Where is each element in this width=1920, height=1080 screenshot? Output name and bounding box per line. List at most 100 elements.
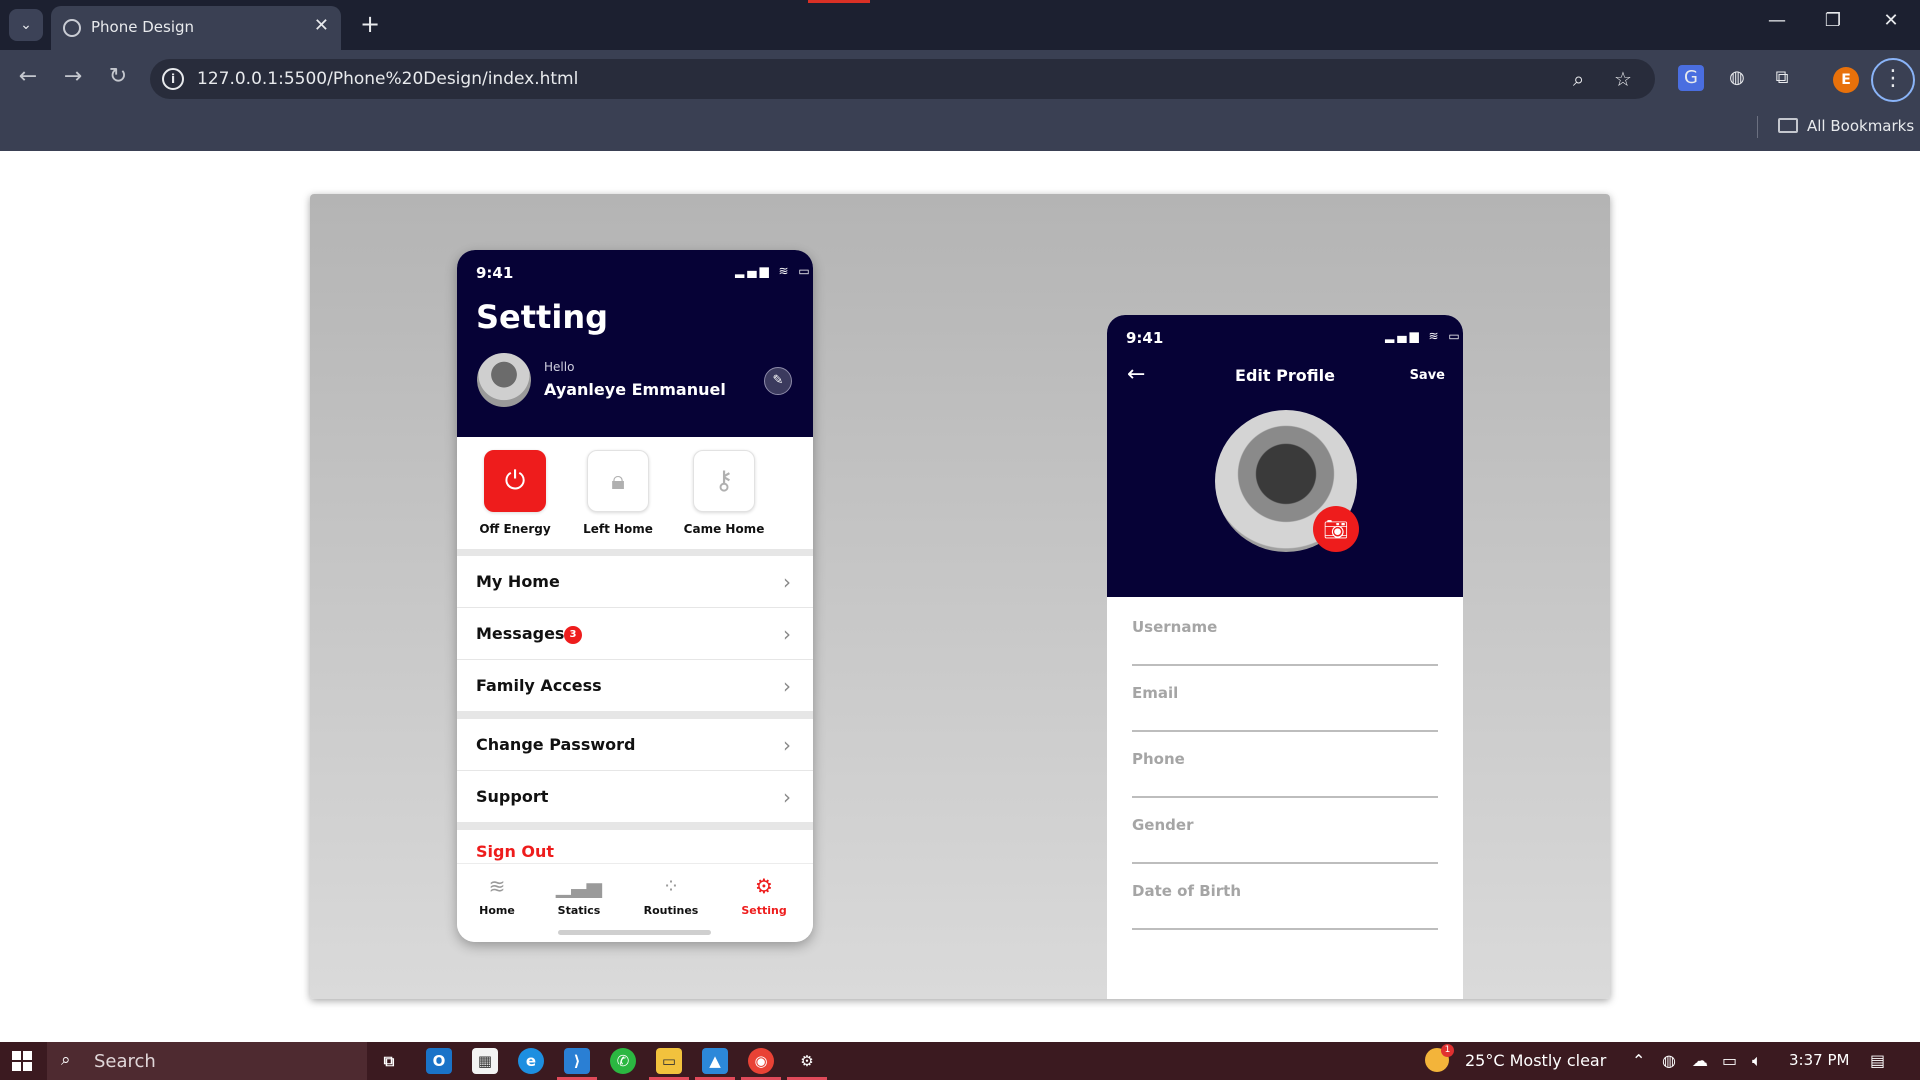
tab-strip: ⌄ Phone Design ✕ + — ❐ ✕ [0, 0, 1920, 50]
network-globe-icon[interactable]: ◍ [1662, 1051, 1676, 1070]
browser-menu-icon[interactable]: ⋮ [1871, 58, 1915, 102]
taskbar-search[interactable]: ⌕ Search [47, 1042, 367, 1080]
browser-chrome: ⌄ Phone Design ✕ + — ❐ ✕ ← → ↻ i 127.0.0… [0, 0, 1920, 151]
sign-out-button[interactable]: Sign Out [476, 842, 554, 861]
close-window-icon[interactable]: ✕ [1876, 10, 1906, 31]
translate-icon[interactable]: G [1678, 65, 1704, 91]
folder-icon[interactable] [1778, 118, 1798, 133]
windows-taskbar: ⌕ Search ⧉ O ▦ e ⟩ ✆ ▭ ▲ ◉ ⚙ 1 25°C Most… [0, 1042, 1920, 1080]
menu-label: Support [476, 787, 549, 806]
extensions-icon[interactable]: ⧉ [1769, 65, 1795, 91]
tab-label: Statics [557, 904, 601, 917]
site-info-icon[interactable]: i [162, 68, 184, 90]
menu-label: My Home [476, 572, 560, 591]
back-icon[interactable]: ← [13, 64, 43, 89]
settings-header: 9:41 ▂▄▆ ≋ ▭ Setting Hello Ayanleye Emma… [457, 250, 813, 437]
close-tab-icon[interactable]: ✕ [314, 15, 329, 36]
field-label: Gender [1132, 816, 1194, 834]
vscode-icon[interactable]: ⟩ [557, 1048, 597, 1080]
tab-routines[interactable]: ⁘ Routines [631, 874, 711, 917]
chevron-right-icon: › [783, 785, 791, 809]
key-icon: ⚷ [693, 450, 755, 512]
outlook-icon[interactable]: O [426, 1048, 452, 1074]
profile-avatar[interactable]: E [1833, 67, 1859, 93]
quick-action-left-home[interactable]: 🔒︎ Left Home [573, 450, 663, 536]
user-name: Ayanleye Emmanuel [544, 380, 726, 399]
address-bar[interactable]: i 127.0.0.1:5500/Phone%20Design/index.ht… [150, 59, 1655, 99]
photos-icon[interactable]: ▲ [695, 1048, 735, 1080]
section-divider [457, 823, 813, 830]
menu-item-messages[interactable]: Messages 3 › [457, 608, 813, 660]
windows-start-icon[interactable] [12, 1051, 32, 1071]
chevron-right-icon: › [783, 674, 791, 698]
dots-circle-icon: ⁘ [662, 874, 680, 898]
url-text[interactable]: 127.0.0.1:5500/Phone%20Design/index.html [197, 69, 578, 89]
chrome-icon[interactable]: ◉ [741, 1048, 781, 1080]
globe-extension-icon[interactable]: ◍ [1724, 65, 1750, 91]
minimize-icon[interactable]: — [1762, 10, 1792, 31]
search-icon: ⌕ [61, 1050, 71, 1070]
tab-label: Setting [741, 904, 787, 917]
task-view-icon[interactable]: ⧉ [376, 1048, 402, 1074]
section-divider [457, 712, 813, 719]
forward-icon[interactable]: → [58, 64, 88, 89]
field-label: Date of Birth [1132, 882, 1242, 900]
tab-search-button[interactable]: ⌄ [9, 9, 43, 41]
wifi-icon: ≋ [488, 874, 506, 898]
weather-text[interactable]: 25°C Mostly clear [1465, 1051, 1606, 1070]
avatar [477, 353, 531, 407]
status-time: 9:41 [1126, 329, 1164, 347]
onedrive-icon[interactable]: ☁ [1692, 1051, 1708, 1070]
bookmark-star-icon[interactable]: ☆ [1614, 67, 1632, 91]
gender-field[interactable]: Gender [1132, 816, 1438, 864]
home-indicator [558, 930, 711, 935]
battery-icon[interactable]: ▭ [1722, 1051, 1737, 1070]
zoom-icon[interactable]: ⌕ [1573, 67, 1584, 91]
quick-action-label: Left Home [583, 522, 653, 536]
chevron-right-icon: › [783, 570, 791, 594]
settings-phone: 9:41 ▂▄▆ ≋ ▭ Setting Hello Ayanleye Emma… [457, 250, 813, 942]
tab-home[interactable]: ≋ Home [457, 874, 537, 917]
restore-icon[interactable]: ❐ [1818, 10, 1848, 31]
status-time: 9:41 [476, 264, 514, 282]
file-explorer-icon[interactable]: ▭ [649, 1048, 689, 1080]
menu-label: Change Password [476, 735, 636, 754]
volume-icon[interactable]: 🔈︎ [1752, 1051, 1762, 1071]
menu-item-change-password[interactable]: Change Password › [457, 719, 813, 771]
phone-field[interactable]: Phone [1132, 750, 1438, 798]
chevron-up-icon[interactable]: ⌃ [1632, 1051, 1645, 1070]
reload-icon[interactable]: ↻ [103, 64, 133, 89]
tab-statics[interactable]: ▁▃▅ Statics [539, 874, 619, 917]
save-button[interactable]: Save [1410, 368, 1445, 383]
quick-action-came-home[interactable]: ⚷ Came Home [679, 450, 769, 536]
field-label: Email [1132, 684, 1179, 702]
clock[interactable]: 3:37 PM [1789, 1051, 1849, 1069]
greeting-text: Hello [544, 360, 575, 374]
menu-label: Messages [476, 624, 565, 643]
username-field[interactable]: Username [1132, 618, 1438, 666]
chevron-right-icon: › [783, 733, 791, 757]
notifications-icon[interactable]: ▤ [1870, 1051, 1885, 1070]
menu-item-support[interactable]: Support › [457, 771, 813, 823]
date-of-birth-field[interactable]: Date of Birth [1132, 882, 1438, 930]
store-icon[interactable]: ▦ [472, 1048, 498, 1074]
weather-badge: 1 [1441, 1044, 1454, 1057]
tab-setting[interactable]: ⚙ Setting [724, 874, 804, 917]
camera-icon[interactable]: 📷︎ [1313, 506, 1359, 552]
section-divider [457, 549, 813, 556]
status-icons: ▂▄▆ ≋ ▭ [1385, 329, 1463, 343]
quick-action-off-energy[interactable]: ⏻ Off Energy [470, 450, 560, 536]
menu-item-family-access[interactable]: Family Access › [457, 660, 813, 712]
search-placeholder: Search [94, 1051, 156, 1072]
browser-tab[interactable]: Phone Design ✕ [51, 6, 341, 50]
new-tab-button[interactable]: + [355, 9, 385, 39]
edge-icon[interactable]: e [518, 1048, 544, 1074]
edit-pencil-icon[interactable]: ✎ [764, 367, 792, 395]
tab-label: Home [479, 904, 515, 917]
whatsapp-icon[interactable]: ✆ [610, 1048, 636, 1074]
all-bookmarks-link[interactable]: All Bookmarks [1807, 117, 1914, 135]
settings-gear-icon[interactable]: ⚙ [787, 1048, 827, 1080]
browser-toolbar: ← → ↻ i 127.0.0.1:5500/Phone%20Design/in… [0, 50, 1920, 108]
email-field[interactable]: Email [1132, 684, 1438, 732]
menu-item-my-home[interactable]: My Home › [457, 556, 813, 608]
